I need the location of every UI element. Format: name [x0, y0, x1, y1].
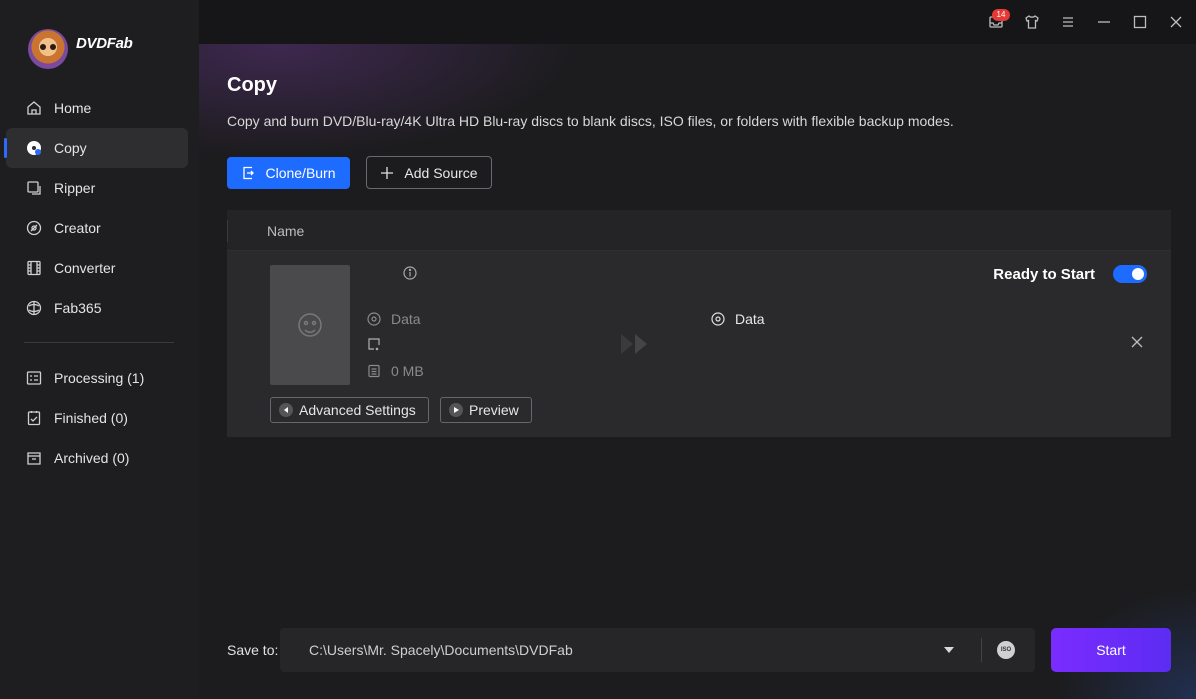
- source-type: Data: [367, 311, 421, 327]
- maximize-button[interactable]: [1126, 8, 1154, 36]
- maximize-icon: [1133, 15, 1147, 29]
- disc-copy-icon: [26, 140, 42, 156]
- play-icon: [449, 403, 463, 417]
- ripper-icon: [26, 180, 42, 196]
- source-size: 0 MB: [367, 363, 424, 379]
- sidebar-item-label: Archived (0): [54, 450, 130, 466]
- ready-toggle[interactable]: [1113, 265, 1147, 283]
- mascot-logo-icon: [28, 29, 68, 69]
- sidebar-item-home[interactable]: Home: [6, 88, 188, 128]
- file-size-icon: [368, 364, 380, 378]
- disc-icon: [367, 312, 381, 326]
- chevron-down-icon[interactable]: [944, 646, 954, 654]
- creator-icon: [26, 220, 42, 236]
- queue-nav: Processing (1) Finished (0) Archived (0): [6, 358, 188, 478]
- menu-icon: [1063, 17, 1073, 27]
- sidebar-item-label: Ripper: [54, 180, 96, 196]
- film-icon: [26, 260, 42, 276]
- processing-icon: [26, 370, 42, 386]
- sidebar-item-archived[interactable]: Archived (0): [6, 438, 188, 478]
- sidebar-item-ripper[interactable]: Ripper: [6, 168, 188, 208]
- task-table-header: Name: [227, 210, 1171, 251]
- remove-task-icon[interactable]: [1129, 334, 1145, 350]
- main-panel: Copy Copy and burn DVD/Blu-ray/4K Ultra …: [199, 44, 1196, 699]
- clone-burn-label: Clone/Burn: [265, 165, 336, 181]
- sidebar-divider: [24, 342, 174, 343]
- skin-button[interactable]: [1018, 8, 1046, 36]
- sidebar-item-label: Finished (0): [54, 410, 128, 426]
- clone-burn-button[interactable]: Clone/Burn: [227, 157, 350, 189]
- source-size-label: 0 MB: [391, 363, 424, 379]
- save-to-label: Save to:: [227, 642, 279, 658]
- sidebar-item-label: Processing (1): [54, 370, 145, 386]
- sidebar-item-label: Creator: [54, 220, 101, 236]
- menu-button[interactable]: [1054, 8, 1082, 36]
- tshirt-icon: [1025, 15, 1039, 29]
- sidebar-item-fab365[interactable]: Fab365: [6, 288, 188, 328]
- preview-label: Preview: [469, 402, 519, 418]
- sidebar: DVDFab Home Copy Ripper Creator Converte…: [0, 0, 199, 699]
- start-label: Start: [1096, 642, 1126, 658]
- add-source-label: Add Source: [404, 164, 478, 181]
- save-path-select[interactable]: C:\Users\Mr. Spacely\Documents\DVDFab IS…: [280, 628, 1035, 672]
- advanced-settings-label: Advanced Settings: [299, 402, 416, 418]
- minimize-icon: [1098, 21, 1110, 23]
- logo-text: DVDFab: [76, 34, 133, 52]
- title-bar: [199, 0, 1196, 44]
- clone-burn-icon: [243, 166, 255, 180]
- plus-icon: [381, 166, 394, 179]
- sidebar-item-label: Home: [54, 100, 92, 116]
- finished-icon: [26, 410, 42, 426]
- save-path-value: C:\Users\Mr. Spacely\Documents\DVDFab: [309, 642, 573, 658]
- sidebar-item-copy[interactable]: Copy: [4, 128, 188, 168]
- archived-icon: [26, 450, 42, 466]
- iso-label: ISO: [1000, 647, 1012, 653]
- disc-icon: [711, 312, 725, 326]
- sidebar-item-finished[interactable]: Finished (0): [6, 398, 188, 438]
- header-divider: [227, 220, 228, 242]
- disc-thumbnail: [270, 265, 350, 385]
- add-source-button[interactable]: Add Source: [366, 156, 492, 189]
- save-divider: [981, 638, 982, 662]
- name-column-header: Name: [267, 223, 305, 239]
- mascot-placeholder-icon: [298, 313, 322, 337]
- sidebar-item-converter[interactable]: Converter: [6, 248, 188, 288]
- preview-button[interactable]: Preview: [440, 397, 532, 423]
- status-label: Ready to Start: [993, 266, 1095, 283]
- output-type-label: Data: [735, 311, 765, 327]
- sidebar-item-creator[interactable]: Creator: [6, 208, 188, 248]
- fab365-icon: [26, 300, 42, 316]
- home-icon: [26, 100, 42, 116]
- sidebar-item-label: Fab365: [54, 300, 102, 316]
- settings-chevron-icon: [279, 403, 293, 417]
- close-icon: [1170, 16, 1182, 28]
- title-icon: [368, 338, 380, 351]
- double-arrow-icon: [621, 334, 647, 354]
- source-title-line: [367, 337, 391, 351]
- iso-output-button[interactable]: ISO: [997, 641, 1015, 659]
- sidebar-item-processing[interactable]: Processing (1): [6, 358, 188, 398]
- source-type-label: Data: [391, 311, 421, 327]
- output-type[interactable]: Data: [711, 311, 765, 327]
- notification-badge: 14: [992, 9, 1010, 21]
- app-logo[interactable]: DVDFab: [28, 28, 133, 70]
- close-button[interactable]: [1162, 8, 1190, 36]
- table-row: Data 0 MB Data Ready to Start Advanced S…: [227, 251, 1171, 437]
- sidebar-item-label: Copy: [54, 140, 87, 156]
- advanced-settings-button[interactable]: Advanced Settings: [270, 397, 429, 423]
- page-title: Copy: [227, 74, 277, 96]
- main-nav: Home Copy Ripper Creator Converter Fab36…: [4, 88, 188, 328]
- minimize-button[interactable]: [1090, 8, 1118, 36]
- sidebar-item-label: Converter: [54, 260, 116, 276]
- start-button[interactable]: Start: [1051, 628, 1171, 672]
- info-icon[interactable]: [403, 266, 417, 280]
- page-description: Copy and burn DVD/Blu-ray/4K Ultra HD Bl…: [227, 113, 954, 129]
